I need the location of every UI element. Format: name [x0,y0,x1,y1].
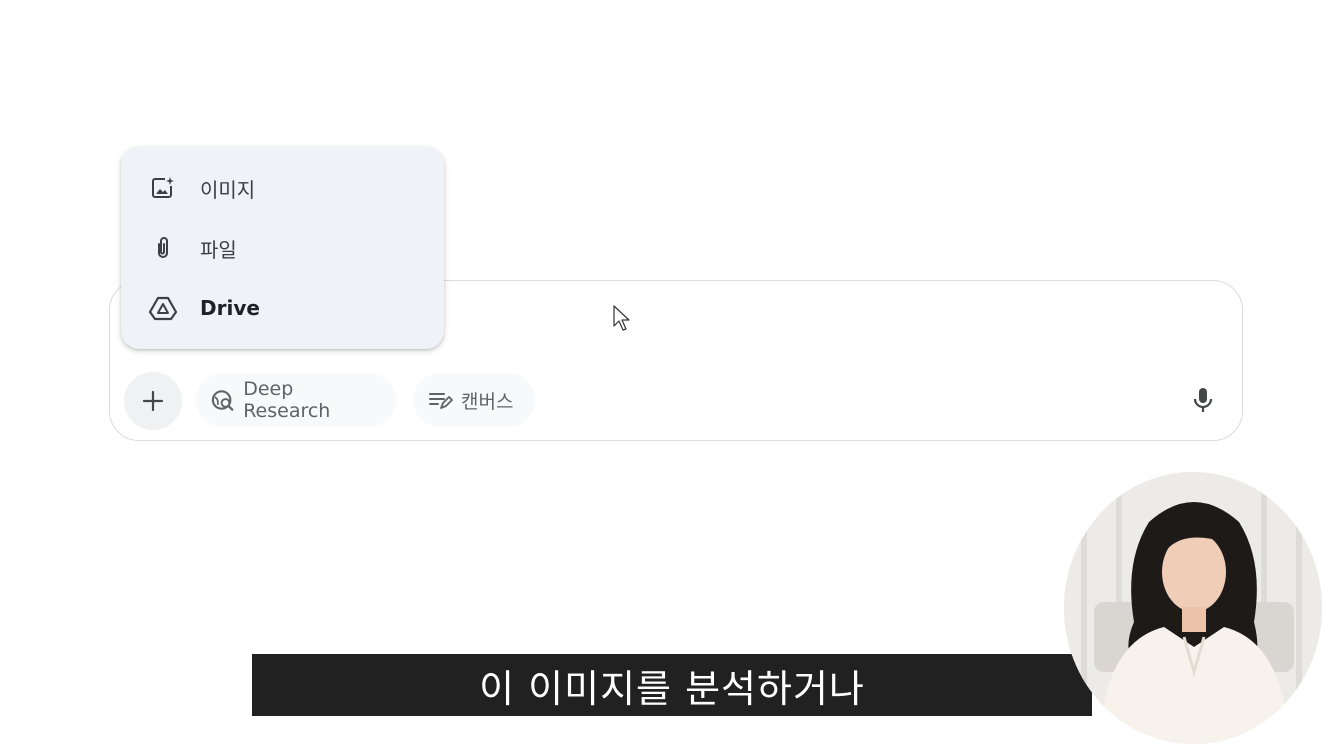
menu-item-drive-label: Drive [200,296,260,320]
upload-menu: 이미지 파일 Drive [121,147,444,349]
paperclip-icon [149,234,177,262]
canvas-label: 캔버스 [461,390,514,413]
microphone-icon [1193,388,1213,412]
canvas-icon [429,393,453,409]
page: Deep Research 캔버스 이미지 파일 Drive 이 이미지를 분석… [0,0,1344,756]
mouse-cursor-icon [613,305,630,331]
deep-research-button[interactable]: Deep Research [196,373,396,427]
canvas-button[interactable]: 캔버스 [413,373,535,427]
menu-item-image[interactable]: 이미지 [121,162,444,214]
menu-item-drive[interactable]: Drive [121,282,444,334]
google-drive-icon [149,294,177,322]
menu-item-file-label: 파일 [200,237,237,262]
add-image-icon [149,174,177,202]
video-subtitle: 이 이미지를 분석하거나 [252,654,1092,716]
presenter-webcam-image [1064,472,1322,744]
deep-research-label: Deep Research [243,378,331,422]
microphone-button[interactable] [1188,385,1218,415]
add-attachment-button[interactable] [124,372,182,430]
plus-icon [142,390,164,412]
deep-research-icon [211,390,234,411]
menu-item-file[interactable]: 파일 [121,222,444,274]
menu-item-image-label: 이미지 [200,177,256,202]
